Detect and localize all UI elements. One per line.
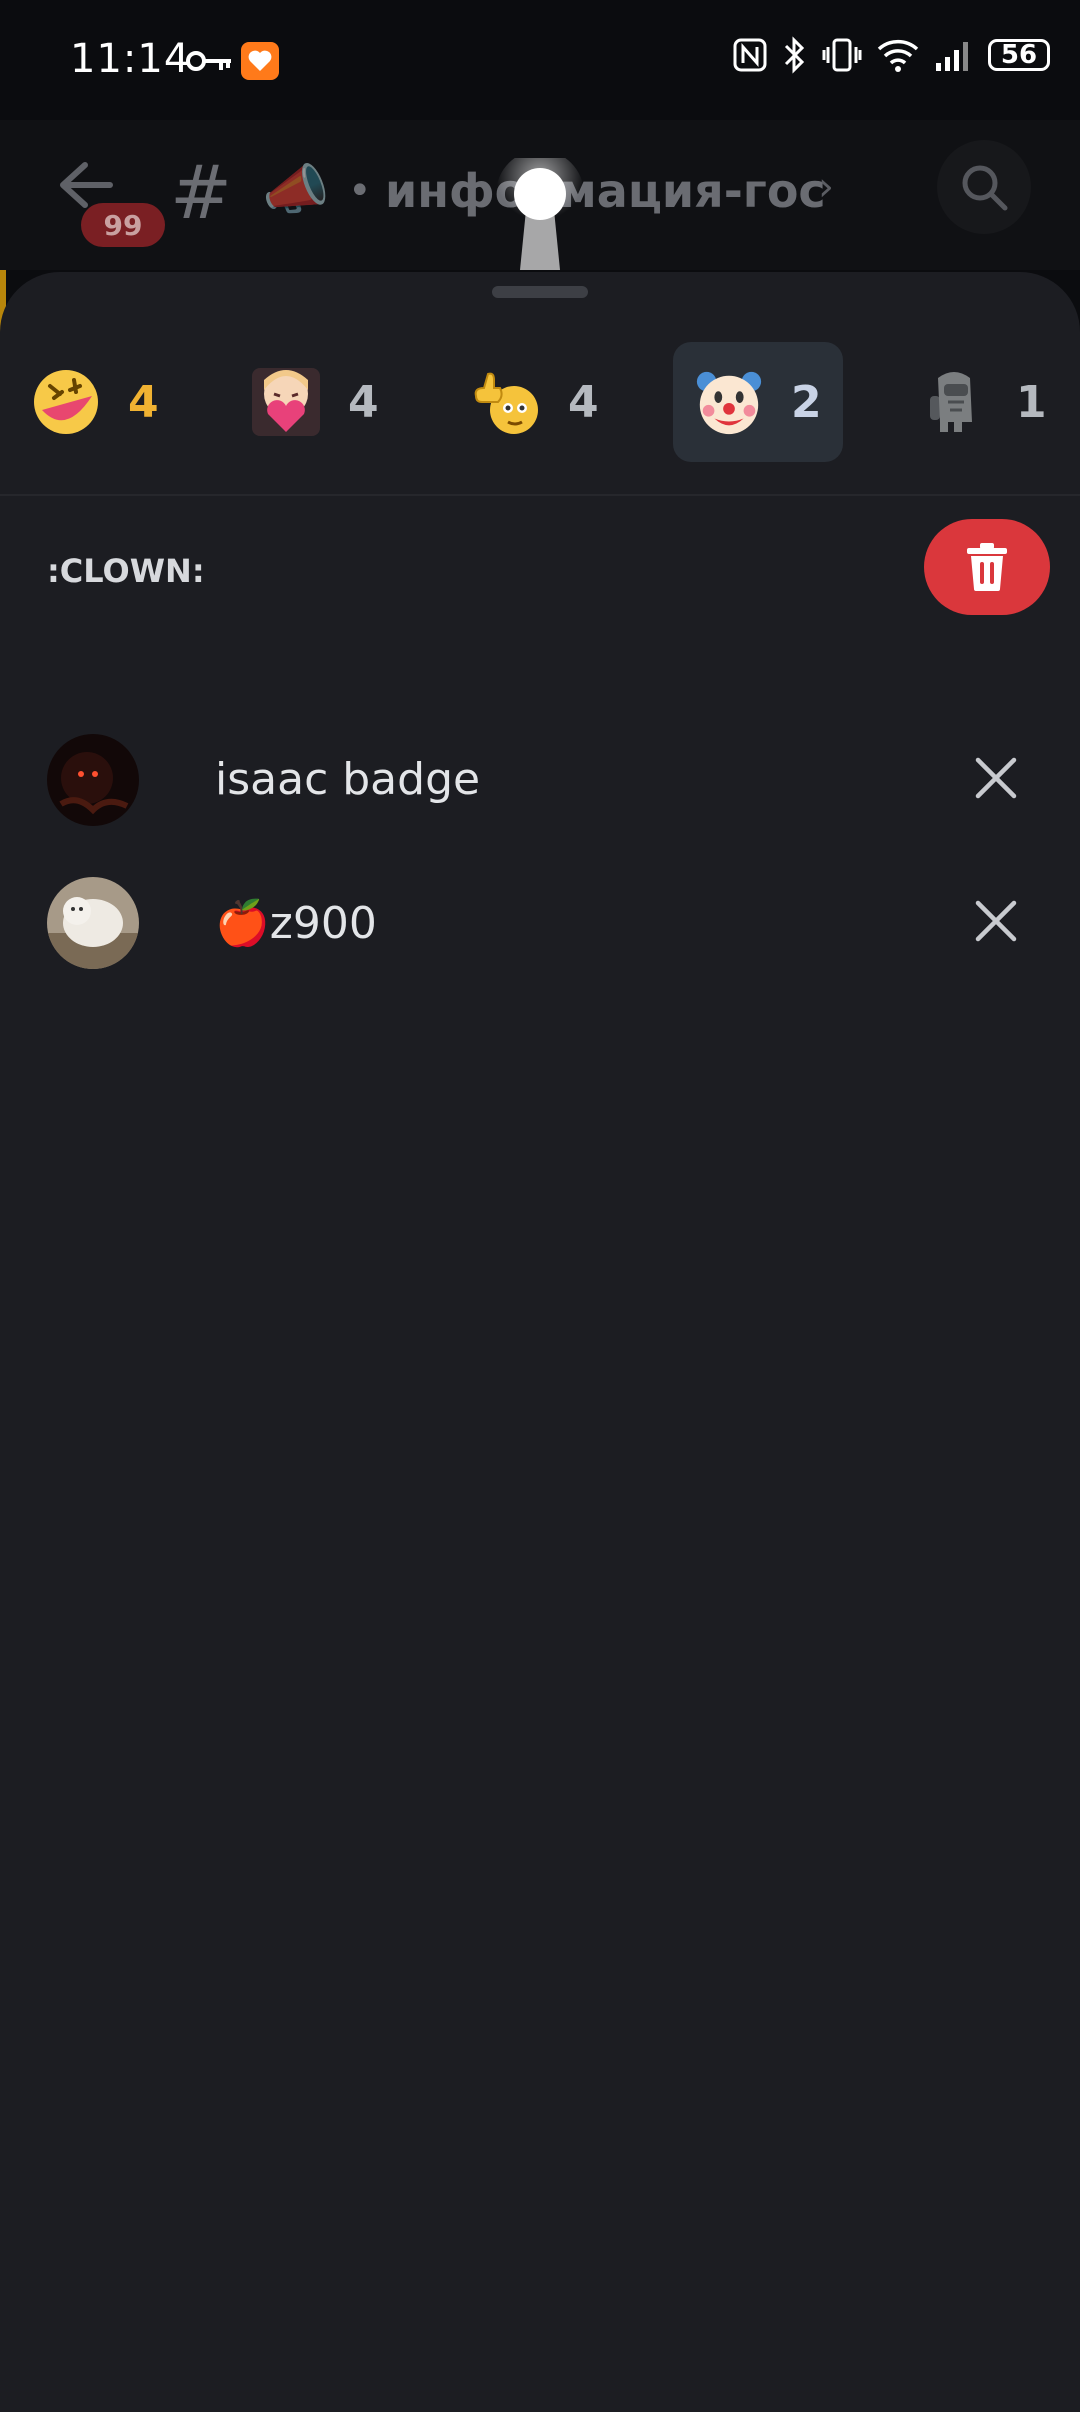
battery-icon: 56 [988, 39, 1050, 71]
flashlight-icon [496, 158, 584, 270]
reaction-count: 4 [348, 376, 379, 428]
thumbs-up-emoji-icon [470, 366, 542, 438]
app-badge-icon [241, 42, 279, 80]
remove-user-reaction-button[interactable] [960, 742, 1032, 814]
user-name: 🍎z900 [215, 898, 377, 949]
channel-hash-icon: # [170, 150, 233, 236]
status-bar: 11:14 56 [0, 0, 1080, 120]
reaction-tabs: 4 4 4 2 1 [0, 342, 1080, 472]
close-icon [975, 757, 1017, 799]
bluetooth-icon [784, 36, 805, 74]
reaction-user-row[interactable]: 🍎z900 [0, 863, 1080, 983]
reaction-tab-clown[interactable]: 2 [673, 342, 843, 462]
reaction-count: 4 [128, 376, 159, 428]
search-button[interactable] [937, 140, 1031, 234]
reaction-count: 2 [791, 376, 822, 428]
trash-icon [967, 543, 1007, 591]
status-time: 11:14 [70, 36, 191, 82]
channel-name[interactable]: информация-гос [385, 164, 826, 218]
reaction-count: 4 [568, 376, 599, 428]
search-icon [962, 165, 1008, 211]
reaction-tab-anime-heart[interactable]: 4 [250, 342, 410, 462]
remove-reaction-button[interactable] [924, 519, 1050, 615]
chevron-right-icon[interactable]: › [818, 164, 834, 210]
reaction-tab-thumbs-up[interactable]: 4 [470, 342, 630, 462]
reaction-count: 1 [1016, 376, 1047, 428]
anime-heart-emoji-icon [250, 366, 322, 438]
remove-user-reaction-button[interactable] [960, 885, 1032, 957]
user-name: isaac badge [215, 754, 481, 805]
reaction-tab-rofl[interactable]: 4 [30, 342, 190, 462]
status-icons: 56 [732, 36, 1050, 74]
tabs-divider [0, 494, 1080, 496]
user-avatar [47, 734, 139, 826]
reaction-user-row[interactable]: isaac badge [0, 720, 1080, 840]
clown-emoji-icon [693, 366, 765, 438]
key-icon [186, 51, 231, 71]
wifi-icon [877, 39, 919, 72]
separator-dot: • [348, 168, 372, 214]
moai-amogus-emoji-icon [918, 366, 990, 438]
user-avatar [47, 877, 139, 969]
vibrate-icon [822, 38, 862, 72]
reaction-tab-moai[interactable]: 1 [918, 342, 1068, 462]
unread-badge: 99 [81, 203, 165, 247]
reactions-sheet: 4 4 4 2 1:CLOWN: isaac badge 🍎z900 [0, 272, 1080, 2412]
megaphone-icon: 📣 [262, 158, 330, 221]
reaction-name: :CLOWN: [47, 552, 205, 590]
rofl-emoji-icon [30, 366, 102, 438]
close-icon [975, 900, 1017, 942]
signal-icon [936, 42, 968, 71]
nfc-icon [733, 38, 767, 72]
